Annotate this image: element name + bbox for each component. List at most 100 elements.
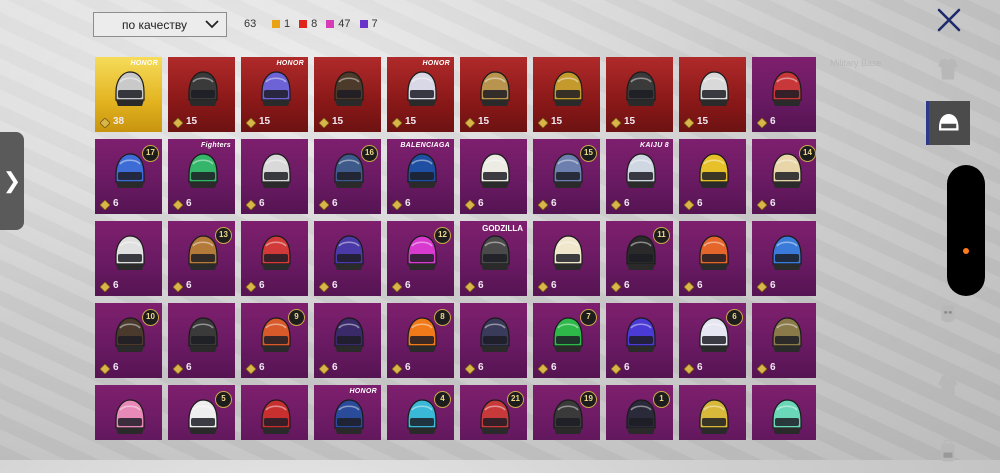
upgrade-level-badge: 15 [580,145,597,162]
inventory-item[interactable]: 5 [168,385,235,440]
collab-brand-label: Fighters [200,142,231,149]
item-quantity: 6 [113,362,119,373]
currency-icon [538,364,548,374]
helmet-icon [115,235,145,270]
upgrade-level-badge: 10 [142,309,159,326]
inventory-item[interactable]: 6 [95,221,162,296]
inventory-item[interactable]: 6 [241,139,308,214]
item-quantity: 15 [186,116,198,127]
item-quantity: 6 [697,280,703,291]
inventory-item[interactable]: 6 [460,139,527,214]
upgrade-level-badge: 19 [580,391,597,408]
inventory-item[interactable] [241,385,308,440]
item-quantity: 6 [551,362,557,373]
currency-icon [100,200,110,210]
inventory-item[interactable] [95,385,162,440]
inventory-item[interactable]: 13 6 [168,221,235,296]
inventory-item[interactable]: GODZILLA 6 [460,221,527,296]
close-icon[interactable] [934,6,964,34]
inventory-item[interactable]: HONOR 15 [387,57,454,132]
upgrade-level-badge: 4 [434,391,451,408]
inventory-item[interactable]: BALENCIAGA 6 [387,139,454,214]
jacket-icon [938,374,958,396]
inventory-item[interactable] [752,385,816,440]
inventory-item[interactable]: 10 6 [95,303,162,378]
inventory-item[interactable]: 6 [241,221,308,296]
inventory-item[interactable]: 19 [533,385,600,440]
tier-swatch [359,20,368,28]
inventory-item[interactable]: 66 [679,303,746,378]
total-count: 63 [244,18,257,30]
helmet-icon [699,153,729,188]
helmet-icon [407,153,437,188]
inventory-item[interactable]: 6 [314,221,381,296]
currency-icon [100,364,110,374]
category-tab[interactable] [926,363,970,407]
inventory-item[interactable]: 86 [387,303,454,378]
inventory-item[interactable]: 6 [752,221,816,296]
collab-brand-label: HONOR [276,60,304,67]
currency-icon [319,364,329,374]
category-tab[interactable] [926,101,970,145]
category-tab[interactable] [926,293,970,337]
item-quantity: 6 [551,280,557,291]
inventory-item[interactable]: 16 6 [314,139,381,214]
tier-count-value: 8 [311,18,318,30]
inventory-item[interactable]: 6 [606,303,673,378]
item-quantity: 6 [624,362,630,373]
currency-icon [100,118,110,128]
inventory-item[interactable]: 6 [314,303,381,378]
helmet-icon [334,317,364,352]
item-quantity: 6 [478,198,484,209]
inventory-item[interactable]: KAIJU 8 6 [606,139,673,214]
inventory-item[interactable]: 1 [606,385,673,440]
inventory-item[interactable]: HONOR [314,385,381,440]
inventory-item[interactable]: 6 [168,303,235,378]
tier-count-value: 47 [338,18,351,30]
inventory-item[interactable]: 6 [752,57,816,132]
inventory-item[interactable]: 11 6 [606,221,673,296]
inventory-item[interactable]: 17 6 [95,139,162,214]
category-tab[interactable] [926,47,970,91]
inventory-item[interactable]: 15 [533,57,600,132]
inventory-item[interactable]: 96 [241,303,308,378]
currency-icon [465,364,475,374]
inventory-item[interactable]: 6 [460,303,527,378]
helmet-icon [188,317,218,352]
inventory-item[interactable]: HONOR 15 [241,57,308,132]
upgrade-level-badge: 21 [507,391,524,408]
backpack-icon [941,439,955,462]
helmet-icon [261,71,291,106]
inventory-item[interactable]: 15 6 [533,139,600,214]
inventory-item[interactable] [679,385,746,440]
helmet-icon [334,71,364,106]
inventory-item[interactable]: 21 [460,385,527,440]
expand-panel-tab[interactable]: ❯ [0,132,24,230]
inventory-item[interactable]: 12 6 [387,221,454,296]
inventory-item[interactable]: HONOR 38 [95,57,162,132]
inventory-item[interactable]: 6 [679,139,746,214]
item-quantity: 15 [551,116,563,127]
inventory-item[interactable]: 15 [314,57,381,132]
inventory-item[interactable]: 6 [679,221,746,296]
category-tab[interactable] [926,429,970,473]
helmet-icon [772,71,802,106]
inventory-item[interactable]: 6 [752,303,816,378]
inventory-item[interactable]: 15 [606,57,673,132]
collab-brand-label: HONOR [130,60,158,67]
helmet-icon [115,399,145,434]
sort-dropdown[interactable]: по качеству [93,12,227,37]
inventory-item[interactable]: 76 [533,303,600,378]
inventory-item[interactable]: Fighters 6 [168,139,235,214]
item-quantity: 6 [405,198,411,209]
inventory-item[interactable]: 4 [387,385,454,440]
helmet-icon [699,71,729,106]
scroll-handle[interactable] [947,165,985,296]
inventory-item[interactable]: 14 6 [752,139,816,214]
inventory-item[interactable]: 15 [460,57,527,132]
tier-counts: 1 8 47 7 [272,18,378,30]
inventory-item[interactable]: 6 [533,221,600,296]
inventory-item[interactable]: 15 [679,57,746,132]
active-tab-indicator [926,101,929,145]
inventory-item[interactable]: 15 [168,57,235,132]
